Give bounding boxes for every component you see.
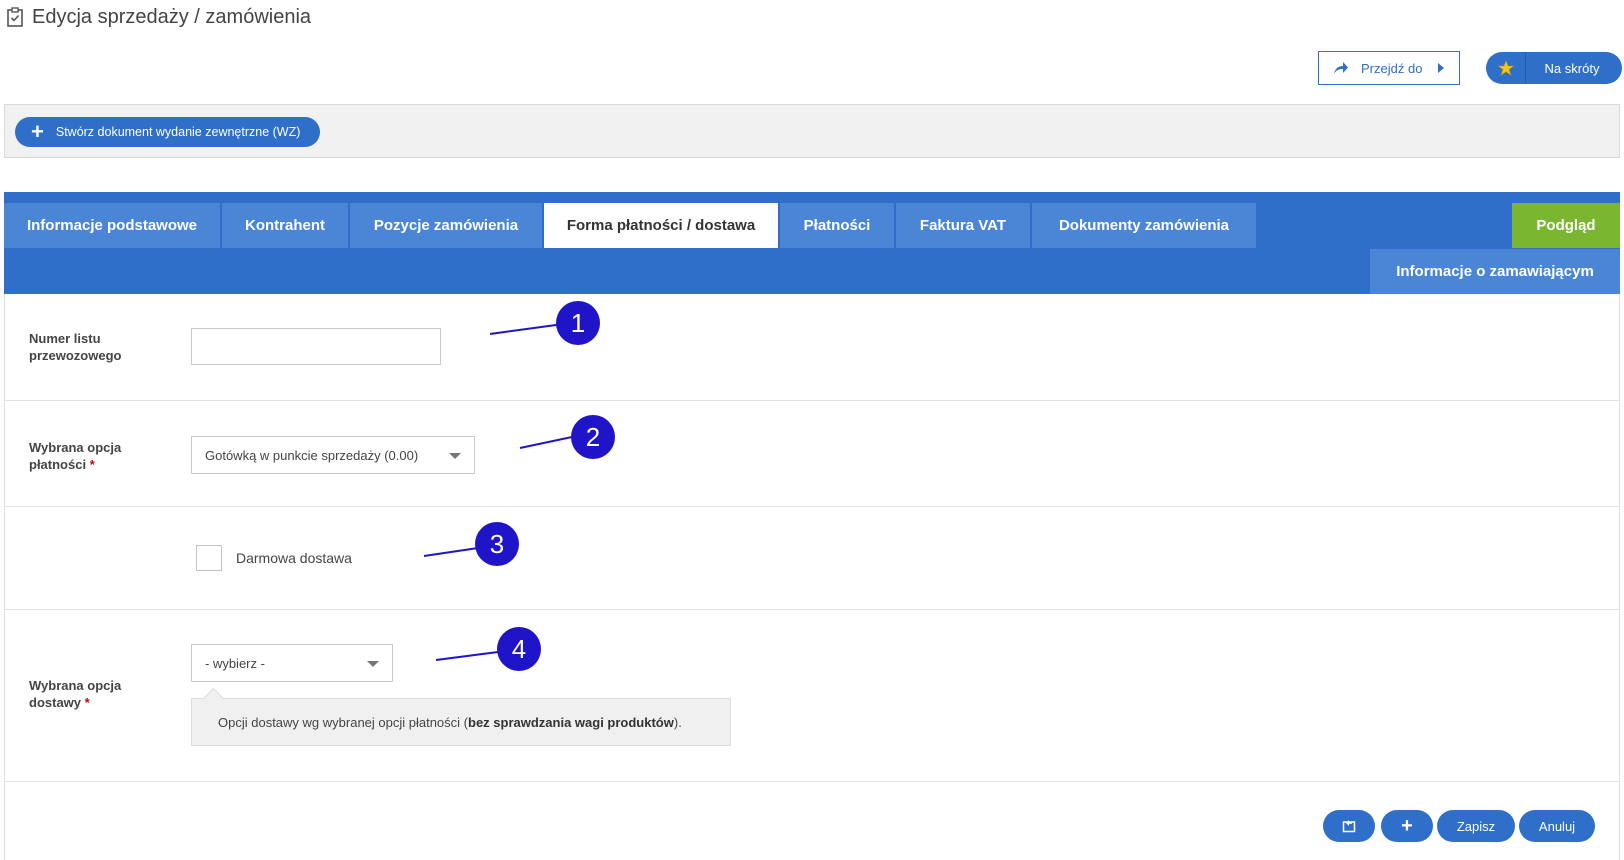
tab-label: Pozycje zamówienia <box>373 217 519 234</box>
shortcuts-label: Na skróty <box>1544 60 1600 76</box>
label-line: płatności <box>29 457 87 472</box>
tab-order-items[interactable]: Pozycje zamówienia <box>350 203 542 248</box>
waybill-input[interactable] <box>191 328 441 365</box>
star-icon-wrap <box>1486 52 1526 84</box>
tab-label: Informacje o zamawiającym <box>1396 263 1594 280</box>
payment-selected-value: Gotówką w punkcie sprzedaży (0.00) <box>205 447 419 463</box>
goto-button[interactable]: Przejdź do <box>1318 51 1460 85</box>
share-arrow-icon <box>1334 62 1348 74</box>
tab-basic-info[interactable]: Informacje podstawowe <box>4 203 220 248</box>
cancel-label: Anuluj <box>1538 818 1576 834</box>
tab-vat-invoice[interactable]: Faktura VAT <box>896 203 1030 248</box>
create-wz-button[interactable]: + Stwórz dokument wydanie zewnętrzne (WZ… <box>15 117 321 147</box>
star-icon <box>1497 60 1514 76</box>
add-button[interactable]: + <box>1381 810 1433 842</box>
tab-label: Forma płatności / dostawa <box>566 217 756 234</box>
annotation-marker-3: 3 <box>475 522 519 566</box>
delivery-select[interactable]: - wybierz - <box>191 644 393 682</box>
tab-contractor[interactable]: Kontrahent <box>222 203 348 248</box>
save-button[interactable]: Zapisz <box>1437 810 1515 842</box>
delivery-row: Wybrana opcja dostawy * - wybierz - Opcj… <box>5 610 1619 782</box>
page-title-bar: Edycja sprzedaży / zamówienia <box>6 4 311 30</box>
tab-label: Faktura VAT <box>919 217 1007 234</box>
tab-label: Podgląd <box>1536 217 1596 234</box>
annotation-marker-1: 1 <box>556 301 600 345</box>
tab-payments[interactable]: Płatności <box>780 203 894 248</box>
label-line: Wybrana opcja <box>29 440 122 455</box>
annotation-marker-4: 4 <box>497 627 541 671</box>
clipboard-check-icon <box>7 7 23 27</box>
delivery-label: Wybrana opcja dostawy * <box>29 677 169 711</box>
free-shipping-row: Darmowa dostawa <box>5 507 1619 610</box>
tab-preview[interactable]: Podgląd <box>1512 203 1620 248</box>
payment-row: Wybrana opcja płatności * Gotówką w punk… <box>5 401 1619 507</box>
delivery-hint: Opcji dostawy wg wybranej opcji płatnośc… <box>191 698 731 746</box>
required-mark: * <box>84 695 90 710</box>
tab-order-documents[interactable]: Dokumenty zamówienia <box>1032 203 1256 248</box>
waybill-label: Numer listu przewozowego <box>29 330 169 364</box>
goto-label: Przejdź do <box>1361 60 1423 76</box>
tab-label: Dokumenty zamówienia <box>1058 217 1230 234</box>
caret-down-icon <box>367 661 379 667</box>
hint-suffix: ). <box>673 714 682 730</box>
payment-label: Wybrana opcja płatności * <box>29 439 169 473</box>
back-to-list-button[interactable] <box>1323 810 1375 842</box>
payment-select[interactable]: Gotówką w punkcie sprzedaży (0.00) <box>191 436 475 474</box>
create-wz-label: Stwórz dokument wydanie zewnętrzne (WZ) <box>55 125 301 139</box>
tab-label: Informacje podstawowe <box>26 217 198 234</box>
tab-label: Płatności <box>803 217 871 234</box>
label-line: Numer listu <box>29 331 101 346</box>
tab-label: Kontrahent <box>245 217 325 234</box>
caret-down-icon <box>449 453 461 459</box>
label-line: przewozowego <box>29 348 122 363</box>
required-mark: * <box>89 457 95 472</box>
free-shipping-label[interactable]: Darmowa dostawa <box>236 550 352 566</box>
waybill-row: Numer listu przewozowego <box>5 294 1619 401</box>
free-shipping-checkbox[interactable] <box>196 545 222 571</box>
page-title: Edycja sprzedaży / zamówienia <box>32 5 312 28</box>
label-line: dostawy <box>29 695 82 710</box>
plus-icon: + <box>1401 814 1413 837</box>
back-icon <box>1342 820 1356 833</box>
caret-right-icon <box>1438 63 1445 73</box>
tabs-bar: Informacje podstawowe Kontrahent Pozycje… <box>4 192 1620 294</box>
form-area: Numer listu przewozowego Wybrana opcja p… <box>4 294 1620 860</box>
plus-icon: + <box>31 119 44 144</box>
tab-payment-delivery[interactable]: Forma płatności / dostawa <box>544 203 778 248</box>
cancel-button[interactable]: Anuluj <box>1519 810 1595 842</box>
annotation-marker-2: 2 <box>571 415 615 459</box>
shortcuts-button[interactable]: Na skróty <box>1486 52 1622 84</box>
delivery-selected-value: - wybierz - <box>205 655 265 671</box>
save-label: Zapisz <box>1456 818 1496 834</box>
hint-prefix: Opcji dostawy wg wybranej opcji płatnośc… <box>218 714 468 730</box>
hint-bold: bez sprawdzania wagi produktów <box>468 714 674 730</box>
action-bar: + Stwórz dokument wydanie zewnętrzne (WZ… <box>4 104 1620 158</box>
tab-orderer-info[interactable]: Informacje o zamawiającym <box>1370 249 1620 294</box>
label-line: Wybrana opcja <box>29 678 122 693</box>
